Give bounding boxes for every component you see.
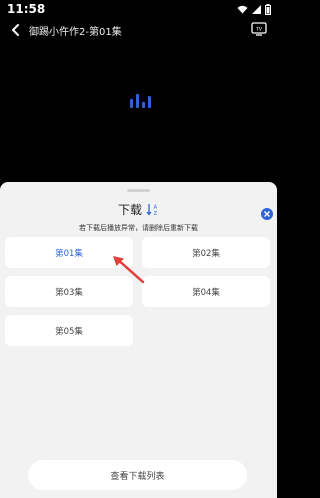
sort-icon[interactable]: A Z xyxy=(146,203,159,216)
svg-text:TV: TV xyxy=(255,26,263,32)
sheet-drag-handle[interactable] xyxy=(127,189,150,192)
tv-cast-icon[interactable]: TV xyxy=(251,22,267,36)
status-icons xyxy=(237,4,271,15)
battery-icon xyxy=(265,4,271,15)
episode-item-4[interactable]: 第04集 xyxy=(142,276,270,307)
video-player[interactable] xyxy=(0,42,277,182)
close-button[interactable] xyxy=(261,208,273,220)
svg-text:A: A xyxy=(154,205,158,211)
wifi-icon xyxy=(237,5,248,14)
loading-bars-icon xyxy=(130,94,151,108)
episode-item-5[interactable]: 第05集 xyxy=(5,315,133,346)
status-time: 11:58 xyxy=(7,2,46,16)
top-bar: 御踢小仵作2-第01集 TV xyxy=(0,20,277,42)
back-icon[interactable] xyxy=(8,22,24,38)
svg-text:Z: Z xyxy=(154,211,158,216)
close-icon xyxy=(264,211,270,217)
download-hint: 若下载后播放异常，请删除后重新下载 xyxy=(79,224,198,232)
view-download-list-button[interactable]: 查看下载列表 xyxy=(28,460,247,490)
video-title: 御踢小仵作2-第01集 xyxy=(29,27,122,38)
sheet-header: 下载 A Z xyxy=(0,201,277,218)
download-sheet: 下载 A Z 若下载后播放异常，请删除后重新下载 第01集 第02集 第03集 … xyxy=(0,182,277,498)
status-bar: 11:58 xyxy=(0,0,277,20)
sheet-title: 下载 xyxy=(117,203,142,217)
episode-item-2[interactable]: 第02集 xyxy=(142,237,270,268)
signal-icon xyxy=(252,5,261,14)
annotation-arrow xyxy=(113,256,145,284)
